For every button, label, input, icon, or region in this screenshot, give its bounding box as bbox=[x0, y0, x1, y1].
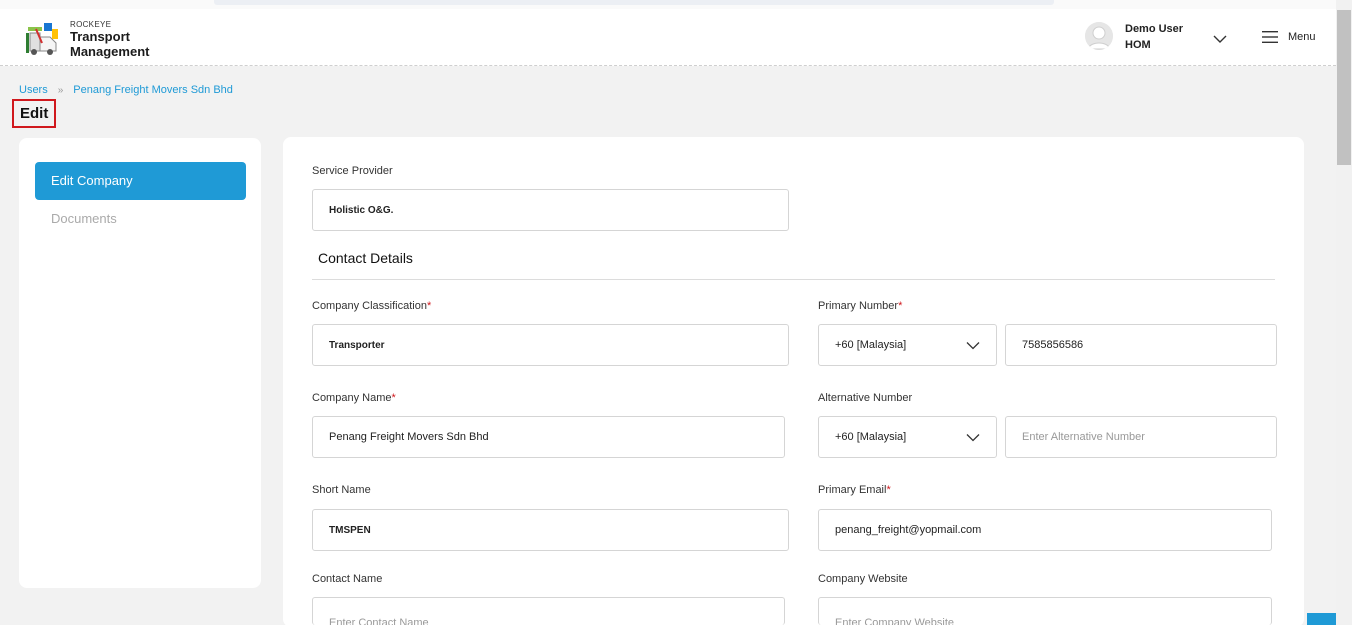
primary-number-input[interactable]: 7585856586 bbox=[1005, 324, 1277, 366]
company-classification-field[interactable]: Transporter bbox=[312, 324, 789, 366]
company-website-label: Company Website bbox=[818, 573, 908, 585]
company-name-input[interactable]: Penang Freight Movers Sdn Bhd bbox=[312, 416, 785, 458]
menu-button[interactable]: Menu bbox=[1262, 29, 1316, 45]
alternative-number-country-select[interactable]: +60 [Malaysia] bbox=[818, 416, 997, 458]
floating-action-button[interactable] bbox=[1307, 613, 1336, 625]
primary-email-label: Primary Email* bbox=[818, 484, 891, 496]
chevron-down-icon bbox=[966, 433, 980, 441]
chevron-down-icon bbox=[966, 341, 980, 349]
short-name-input[interactable]: TMSPEN bbox=[312, 509, 789, 551]
chevron-down-icon[interactable] bbox=[1213, 31, 1227, 43]
company-classification-label: Company Classification* bbox=[312, 300, 432, 312]
section-divider bbox=[312, 279, 1275, 280]
brand-name-line2: Management bbox=[70, 44, 150, 59]
breadcrumb-users-link[interactable]: Users bbox=[19, 84, 48, 96]
contact-name-input[interactable]: Enter Contact Name bbox=[312, 597, 785, 625]
sidebar-item-edit-company[interactable]: Edit Company bbox=[35, 162, 246, 200]
contact-name-label: Contact Name bbox=[312, 573, 383, 585]
browser-top-strip bbox=[0, 0, 1336, 9]
sidebar-item-documents[interactable]: Documents bbox=[51, 211, 117, 226]
alternative-number-label: Alternative Number bbox=[818, 392, 913, 404]
alternative-number-input[interactable]: Enter Alternative Number bbox=[1005, 416, 1277, 458]
user-organization: HOM bbox=[1125, 39, 1151, 51]
short-name-label: Short Name bbox=[312, 484, 371, 496]
service-provider-field[interactable]: Holistic O&G. bbox=[312, 189, 789, 231]
truck-logo-icon[interactable] bbox=[24, 21, 62, 57]
breadcrumb-separator-icon: » bbox=[57, 84, 64, 96]
company-website-input[interactable]: Enter Company Website bbox=[818, 597, 1272, 625]
service-provider-label: Service Provider bbox=[312, 165, 393, 177]
menu-label: Menu bbox=[1288, 31, 1316, 43]
company-name-label: Company Name* bbox=[312, 392, 396, 404]
primary-number-country-select[interactable]: +60 [Malaysia] bbox=[818, 324, 997, 366]
brand-name-line1: Transport bbox=[70, 29, 130, 44]
primary-number-label: Primary Number* bbox=[818, 300, 903, 312]
breadcrumb: Users » Penang Freight Movers Sdn Bhd bbox=[19, 84, 233, 96]
brand-tagline: ROCKEYE bbox=[70, 20, 112, 29]
scrollbar-thumb[interactable] bbox=[1337, 10, 1351, 165]
app-header: ROCKEYE Transport Management Demo User H… bbox=[0, 9, 1336, 66]
user-avatar[interactable] bbox=[1085, 22, 1113, 50]
hamburger-icon bbox=[1262, 31, 1278, 43]
breadcrumb-company-link[interactable]: Penang Freight Movers Sdn Bhd bbox=[73, 84, 233, 96]
user-name: Demo User bbox=[1125, 23, 1184, 35]
page-title: Edit bbox=[12, 99, 57, 128]
sidebar-card bbox=[19, 138, 261, 588]
primary-email-input[interactable]: penang_freight@yopmail.com bbox=[818, 509, 1272, 551]
contact-details-heading: Contact Details bbox=[318, 250, 413, 266]
